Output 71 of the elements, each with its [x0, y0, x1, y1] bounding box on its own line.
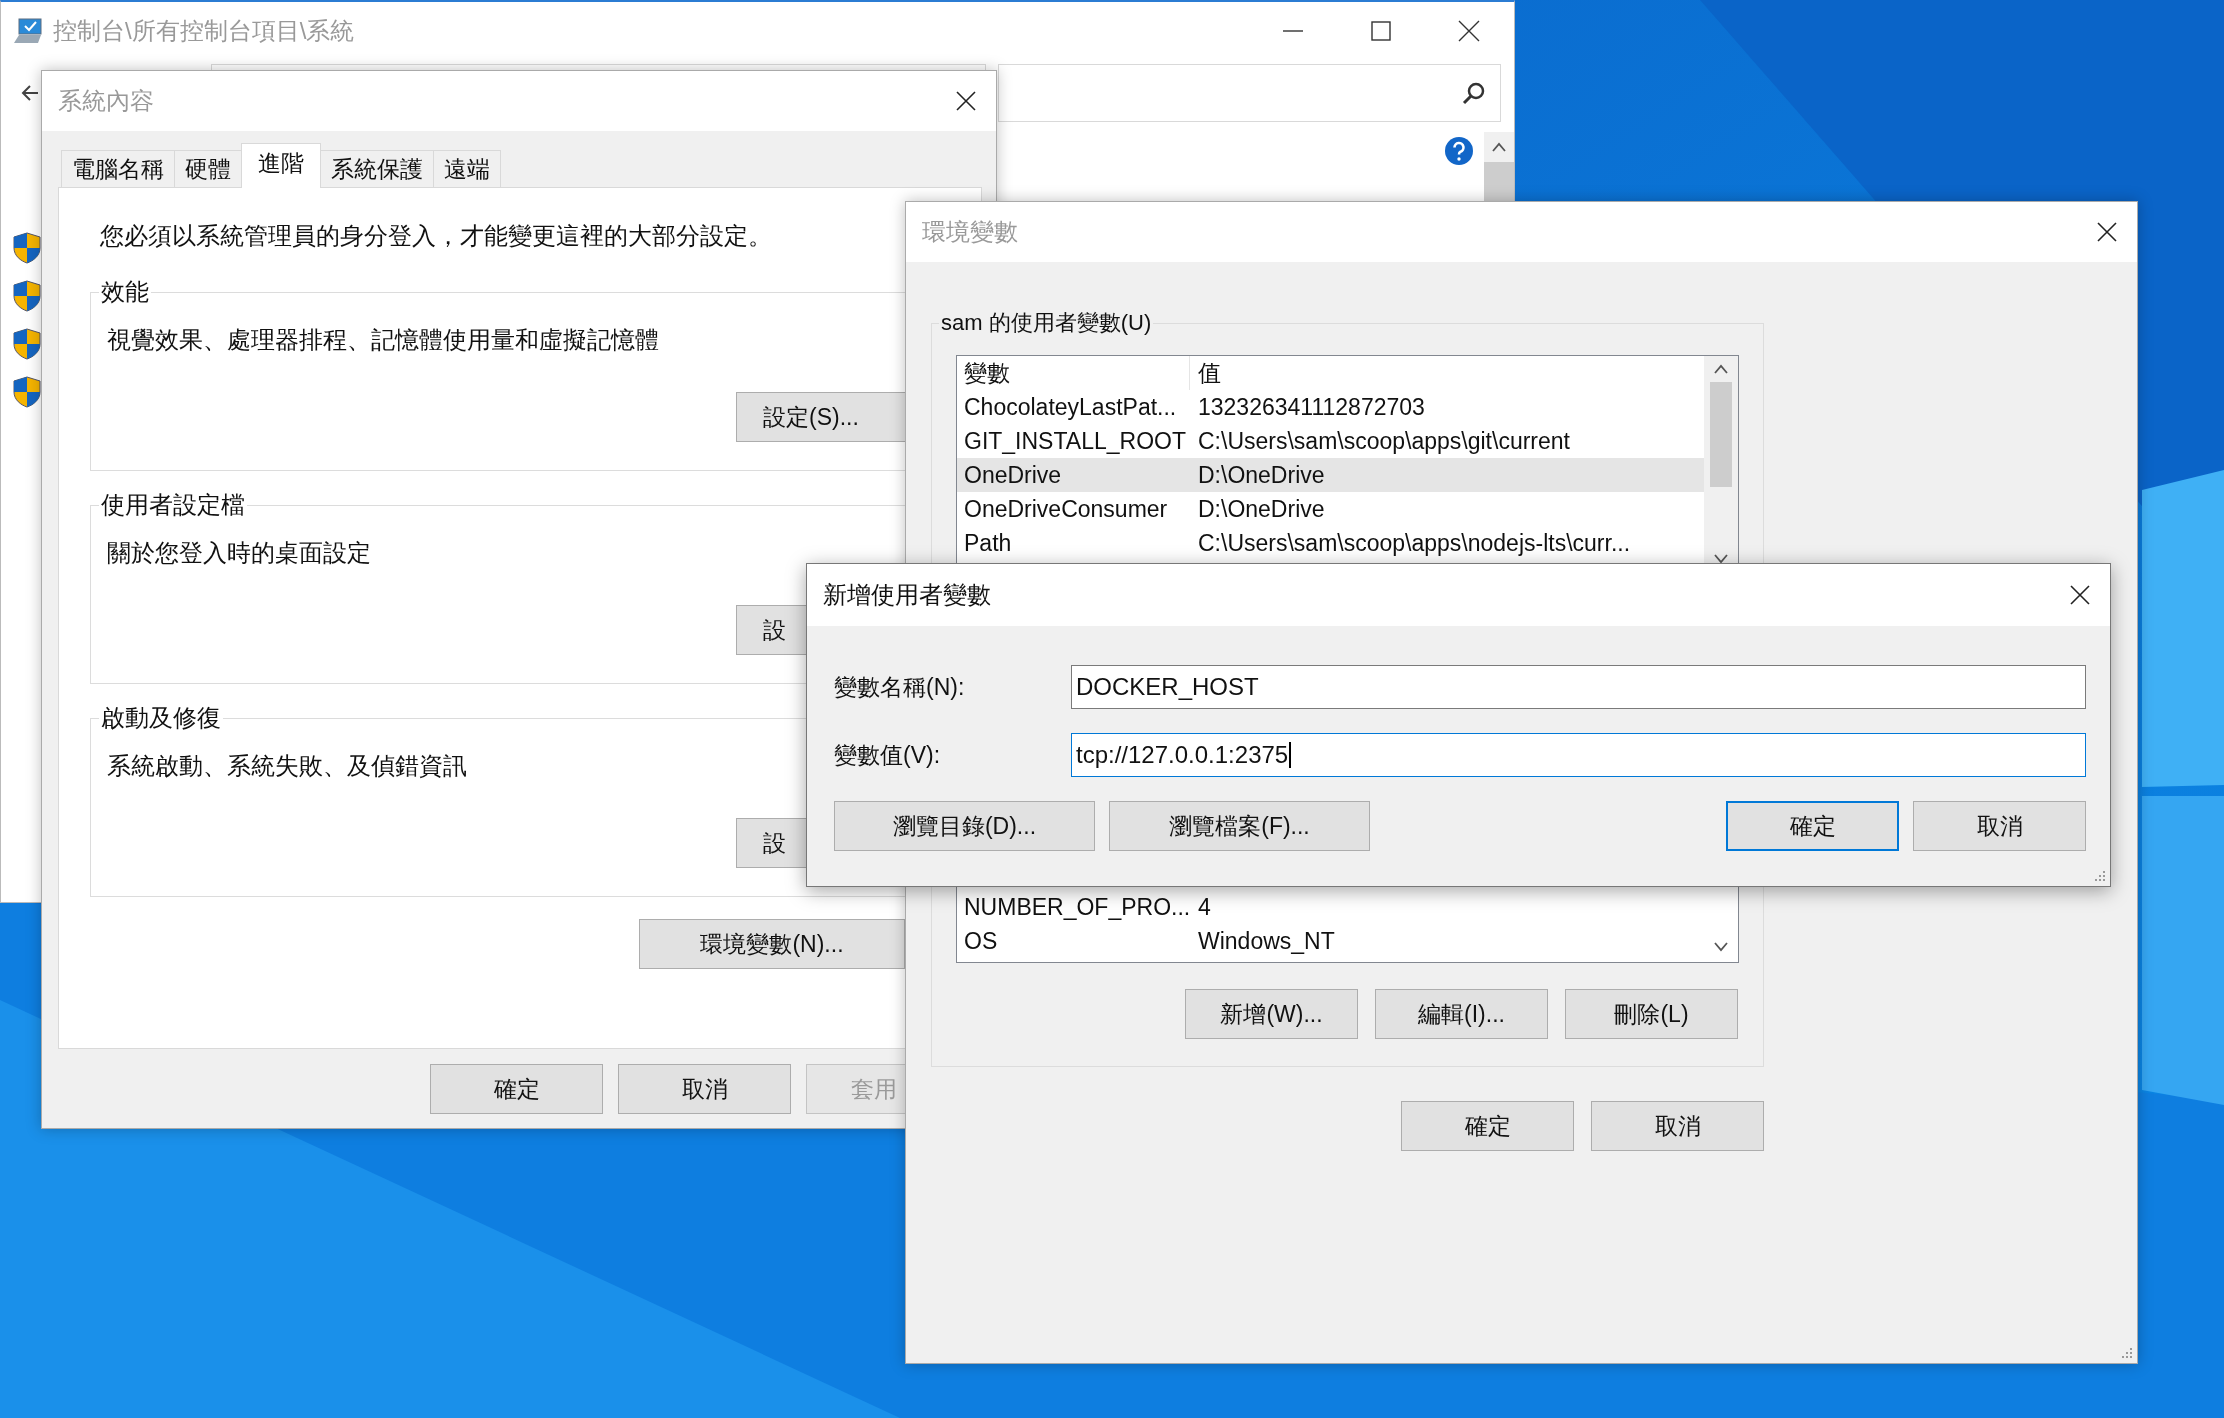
tab[interactable]: 進階: [241, 143, 321, 188]
field-label: 變數值(V):: [834, 740, 942, 770]
variable-name: GIT_INSTALL_ROOT: [963, 427, 1187, 455]
button[interactable]: 新增(W)...: [1185, 989, 1358, 1039]
close-icon[interactable]: [2070, 585, 2090, 605]
button[interactable]: 取消: [1913, 801, 2086, 851]
variable-name: ChocolateyLastPat...: [963, 393, 1178, 421]
resize-grip-icon[interactable]: [2121, 1347, 2133, 1359]
button[interactable]: 確定: [1726, 801, 1899, 851]
help-icon[interactable]: [1444, 136, 1474, 166]
resize-grip-icon[interactable]: [2094, 870, 2106, 882]
button[interactable]: 編輯(I)...: [1375, 989, 1548, 1039]
variable-value: C:\Users\sam\scoop\apps\git\current: [1197, 427, 1570, 455]
group-title: 使用者設定檔: [100, 491, 246, 520]
column-header[interactable]: 值: [1190, 356, 1221, 390]
group-title: 啟動及修復: [100, 704, 222, 733]
variable-name: Path: [963, 529, 1013, 557]
variable-value: 4: [1197, 893, 1211, 921]
window-title: 系統內容: [58, 86, 154, 116]
variable-value: C:\Users\sam\scoop\apps\nodejs-lts\curr...: [1197, 529, 1631, 557]
group-description: 關於您登入時的桌面設定: [107, 539, 371, 568]
window-title: 控制台\所有控制台項目\系統: [53, 16, 355, 46]
shield-icon: [13, 376, 41, 408]
list-row[interactable]: Path C:\Users\sam\scoop\apps\nodejs-lts\curr...: [957, 526, 1704, 560]
scroll-down-icon[interactable]: [1714, 942, 1728, 952]
group-description: 系統啟動、系統失敗、及偵錯資訊: [107, 752, 467, 781]
button[interactable]: 環境變數(N)...: [639, 919, 905, 969]
variable-value: 132326341112872703: [1197, 393, 1425, 421]
shield-icon: [13, 328, 41, 360]
shield-icon: [13, 280, 41, 312]
scroll-up-icon[interactable]: [1714, 364, 1728, 374]
group-description: 視覺效果、處理器排程、記憶體使用量和虛擬記憶體: [107, 326, 659, 355]
field-label: 變數名稱(N):: [834, 672, 966, 702]
button[interactable]: 確定: [1401, 1101, 1574, 1151]
notice-text: 您必須以系統管理員的身分登入，才能變更這裡的大部分設定。: [100, 222, 772, 251]
list-row[interactable]: ChocolateyLastPat... 132326341112872703: [957, 390, 1704, 424]
search-field[interactable]: [998, 64, 1501, 122]
button[interactable]: 取消: [618, 1064, 791, 1114]
close-icon[interactable]: [956, 91, 976, 111]
search-icon[interactable]: [1462, 81, 1486, 105]
window-title: 新增使用者變數: [823, 580, 991, 610]
variable-name: OneDrive: [963, 461, 1063, 489]
input-field[interactable]: tcp://127.0.0.1:2375: [1071, 733, 2086, 777]
shield-icon: [13, 232, 41, 264]
variable-name: OneDriveConsumer: [963, 495, 1169, 523]
scroll-up-icon[interactable]: [1492, 142, 1506, 152]
variable-value: Windows_NT: [1197, 927, 1335, 955]
column-header[interactable]: 變數: [957, 356, 1190, 390]
input-field[interactable]: DOCKER_HOST: [1071, 665, 2086, 709]
variable-name: OS: [963, 927, 999, 955]
list-row[interactable]: GIT_INSTALL_ROOT C:\Users\sam\scoop\apps\git\current: [957, 424, 1704, 458]
button[interactable]: 確定: [430, 1064, 603, 1114]
scroll-thumb[interactable]: [1710, 382, 1732, 487]
button[interactable]: 刪除(L): [1565, 989, 1738, 1039]
variable-value: D:\OneDrive: [1197, 495, 1325, 523]
tab[interactable]: 遠端: [433, 150, 501, 187]
computer-icon: [13, 18, 43, 44]
group-title: sam 的使用者變數(U): [940, 309, 1153, 337]
button[interactable]: 取消: [1591, 1101, 1764, 1151]
scroll-down-icon[interactable]: [1714, 554, 1728, 564]
list-row[interactable]: OneDriveConsumer D:\OneDrive: [957, 492, 1704, 526]
window-title: 環境變數: [922, 217, 1018, 247]
tab[interactable]: 電腦名稱: [61, 150, 175, 187]
variable-name: NUMBER_OF_PRO...: [963, 893, 1190, 921]
list-row[interactable]: OneDrive D:\OneDrive: [957, 458, 1704, 492]
button[interactable]: 瀏覽檔案(F)...: [1109, 801, 1370, 851]
button[interactable]: 瀏覽目錄(D)...: [834, 801, 1095, 851]
back-arrow-icon[interactable]: [21, 84, 39, 102]
variable-value: D:\OneDrive: [1197, 461, 1325, 489]
close-icon[interactable]: [2097, 222, 2117, 242]
group-title: 效能: [100, 278, 150, 307]
